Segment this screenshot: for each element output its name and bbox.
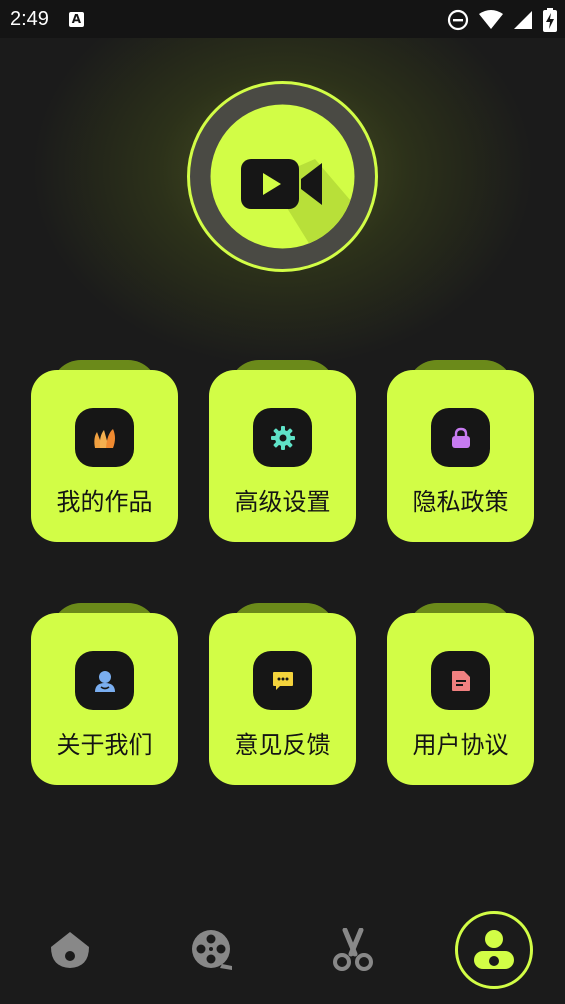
gear-icon (253, 408, 312, 467)
profile-icon (474, 930, 514, 969)
accessibility-a-icon: A (68, 11, 84, 27)
film-reel-icon (192, 930, 232, 970)
wifi-icon (479, 10, 503, 29)
document-icon (431, 651, 490, 710)
fan-cards-icon (75, 408, 134, 467)
do-not-disturb-icon (447, 9, 469, 31)
menu-item-my-works[interactable]: 我的作品 (31, 360, 178, 542)
nav-tab-edit[interactable] (313, 905, 393, 995)
active-indicator-ring (455, 911, 533, 989)
menu-item-label: 关于我们 (56, 731, 153, 759)
status-time: 2:49 (10, 7, 49, 30)
chat-bubble-icon (253, 651, 312, 710)
home-icon (51, 932, 89, 968)
signal-icon (514, 11, 532, 29)
user-icon (75, 651, 134, 710)
app-logo (185, 79, 380, 274)
menu-item-label: 意见反馈 (234, 731, 331, 759)
menu-item-feedback[interactable]: 意见反馈 (209, 603, 356, 785)
battery-charging-icon (543, 8, 557, 32)
scissors-icon (333, 928, 373, 971)
nav-tab-home[interactable] (30, 905, 110, 995)
menu-item-label: 隐私政策 (412, 488, 509, 516)
menu-item-label: 用户协议 (412, 731, 509, 759)
status-icons (447, 8, 557, 32)
bottom-navigation (0, 905, 565, 1004)
lock-icon (431, 408, 490, 467)
video-camera-icon (187, 81, 378, 272)
menu-item-privacy-policy[interactable]: 隐私政策 (387, 360, 534, 542)
menu-item-label: 我的作品 (56, 488, 153, 516)
menu-item-label: 高级设置 (234, 488, 331, 516)
status-bar: 2:49 A (0, 0, 565, 38)
nav-tab-profile[interactable] (454, 905, 534, 995)
menu-item-about-us[interactable]: 关于我们 (31, 603, 178, 785)
menu-item-user-agreement[interactable]: 用户协议 (387, 603, 534, 785)
menu-item-advanced-settings[interactable]: 高级设置 (209, 360, 356, 542)
nav-tab-video[interactable] (172, 905, 252, 995)
